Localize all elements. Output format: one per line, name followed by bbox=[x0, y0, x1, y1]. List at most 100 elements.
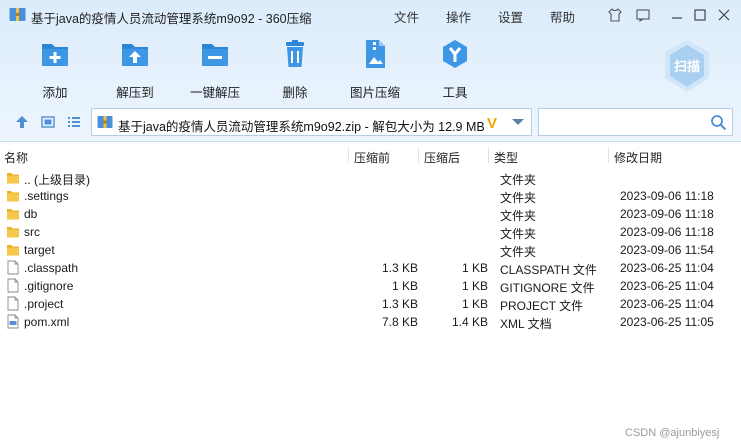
folder-icon bbox=[7, 191, 19, 202]
file-date: 2023-09-06 11:54 bbox=[620, 243, 714, 257]
file-date: 2023-09-06 11:18 bbox=[620, 189, 714, 203]
list-item[interactable]: .classpath 1.3 KB 1 KB CLASSPATH 文件 2023… bbox=[0, 259, 741, 277]
file-name: .classpath bbox=[24, 261, 79, 275]
header-type[interactable]: 类型 bbox=[494, 149, 518, 166]
folder-icon bbox=[7, 209, 19, 220]
delete-label: 删除 bbox=[282, 86, 308, 100]
file-date: 2023-06-25 11:05 bbox=[620, 315, 714, 329]
folder-icon bbox=[7, 227, 19, 238]
file-icon bbox=[7, 278, 19, 293]
archive-path-box[interactable]: 基于java的疫情人员流动管理系统m9o92.zip - 解包大小为 12.9 … bbox=[91, 108, 532, 136]
maximize-icon[interactable] bbox=[693, 8, 707, 22]
path-dropdown-icon[interactable] bbox=[512, 119, 524, 125]
extract-to-label: 解压到 bbox=[116, 86, 154, 100]
watermark: CSDN @ajunbiyesj bbox=[625, 427, 720, 439]
header-divider bbox=[348, 147, 349, 163]
list-view-icon[interactable] bbox=[67, 115, 81, 129]
archive-path: 基于java的疫情人员流动管理系统m9o92.zip - 解包大小为 12.9 … bbox=[118, 120, 485, 134]
search-icon[interactable] bbox=[710, 114, 727, 131]
one-click-extract-icon bbox=[202, 44, 228, 66]
file-icon bbox=[7, 296, 19, 311]
list-item[interactable]: .project 1.3 KB 1 KB PROJECT 文件 2023-06-… bbox=[0, 295, 741, 313]
one-click-extract-label: 一键解压 bbox=[189, 86, 240, 100]
list-item[interactable]: src 文件夹 2023-09-06 11:18 bbox=[0, 223, 741, 241]
header-divider bbox=[418, 147, 419, 163]
image-compress-label: 图片压缩 bbox=[349, 86, 400, 100]
add-label: 添加 bbox=[42, 86, 68, 100]
file-name: db bbox=[24, 207, 38, 221]
delete-icon bbox=[286, 40, 304, 67]
file-type: GITIGNORE 文件 bbox=[500, 281, 595, 295]
list-item[interactable]: .settings 文件夹 2023-09-06 11:18 bbox=[0, 187, 741, 205]
file-size: 1.3 KB bbox=[381, 297, 418, 311]
delete-button[interactable]: 删除 bbox=[260, 38, 330, 101]
header-divider bbox=[488, 147, 489, 163]
extract-to-button[interactable]: 解压到 bbox=[100, 38, 170, 101]
file-type: 文件夹 bbox=[500, 191, 537, 205]
header-size[interactable]: 压缩前 bbox=[354, 149, 390, 166]
list-item[interactable]: pom.xml 7.8 KB 1.4 KB XML 文档 2023-06-25 … bbox=[0, 313, 741, 331]
file-type: 文件夹 bbox=[500, 245, 537, 259]
list-item[interactable]: .gitignore 1 KB 1 KB GITIGNORE 文件 2023-0… bbox=[0, 277, 741, 295]
thumbnail-view-icon[interactable] bbox=[41, 115, 55, 129]
xml-file-icon bbox=[7, 314, 19, 329]
tools-icon bbox=[443, 40, 467, 68]
header-divider bbox=[608, 147, 609, 163]
search-box[interactable] bbox=[538, 108, 733, 136]
one-click-extract-button[interactable]: 一键解压 bbox=[180, 38, 250, 101]
minimize-icon[interactable] bbox=[670, 8, 684, 22]
file-date: 2023-09-06 11:18 bbox=[620, 225, 714, 239]
folder-icon bbox=[7, 245, 19, 256]
scan-label: 扫描 bbox=[674, 59, 700, 74]
file-name: .. (上级目录) bbox=[24, 173, 90, 187]
file-compressed-size: 1.4 KB bbox=[451, 315, 488, 329]
list-item[interactable]: .. (上级目录) 文件夹 bbox=[0, 169, 741, 187]
feedback-icon[interactable] bbox=[636, 8, 650, 22]
file-list-header: 名称 压缩前 压缩后 类型 修改日期 bbox=[0, 143, 741, 167]
header-compressed[interactable]: 压缩后 bbox=[424, 149, 460, 166]
file-compressed-size: 1 KB bbox=[461, 261, 488, 275]
add-icon bbox=[42, 44, 68, 66]
file-compressed-size: 1 KB bbox=[461, 279, 488, 293]
menu-file[interactable]: 文件 bbox=[394, 7, 419, 26]
tools-button[interactable]: 工具 bbox=[420, 38, 490, 101]
up-arrow-icon[interactable] bbox=[15, 115, 29, 129]
file-date: 2023-06-25 11:04 bbox=[620, 297, 714, 311]
vip-badge[interactable]: V bbox=[487, 115, 497, 132]
file-type: PROJECT 文件 bbox=[500, 299, 584, 313]
menu-operate[interactable]: 操作 bbox=[446, 7, 471, 26]
extract-to-icon bbox=[122, 44, 148, 66]
add-button[interactable]: 添加 bbox=[20, 38, 90, 101]
file-type: 文件夹 bbox=[500, 227, 537, 241]
app-archive-icon bbox=[9, 8, 26, 21]
close-icon[interactable] bbox=[717, 8, 731, 22]
file-name: pom.xml bbox=[24, 315, 70, 329]
folder-icon bbox=[7, 173, 19, 184]
list-item[interactable]: target 文件夹 2023-09-06 11:54 bbox=[0, 241, 741, 259]
list-item[interactable]: db 文件夹 2023-09-06 11:18 bbox=[0, 205, 741, 223]
file-date: 2023-09-06 11:18 bbox=[620, 207, 714, 221]
file-name: .gitignore bbox=[24, 279, 74, 293]
file-compressed-size: 1 KB bbox=[461, 297, 488, 311]
menu-help[interactable]: 帮助 bbox=[550, 7, 575, 26]
header-name[interactable]: 名称 bbox=[4, 149, 28, 166]
header-date[interactable]: 修改日期 bbox=[614, 149, 662, 166]
file-type: 文件夹 bbox=[500, 209, 537, 223]
file-name: target bbox=[24, 243, 55, 257]
file-name: .settings bbox=[24, 189, 69, 203]
address-bar-row: 基于java的疫情人员流动管理系统m9o92.zip - 解包大小为 12.9 … bbox=[0, 104, 741, 138]
skin-shirt-icon[interactable] bbox=[608, 8, 622, 22]
menu-settings[interactable]: 设置 bbox=[498, 7, 523, 26]
file-date: 2023-06-25 11:04 bbox=[620, 279, 714, 293]
window-title: 基于java的疫情人员流动管理系统m9o92 - 360压缩 bbox=[31, 12, 312, 26]
file-name: src bbox=[24, 225, 40, 239]
file-name: .project bbox=[24, 297, 64, 311]
scan-shield-icon[interactable]: 扫描 bbox=[659, 38, 715, 94]
image-compress-button[interactable]: 图片压缩 bbox=[340, 38, 410, 101]
file-size: 1 KB bbox=[391, 279, 418, 293]
window-chrome: 基于java的疫情人员流动管理系统m9o92 - 360压缩 文件 操作 设置 … bbox=[0, 0, 741, 142]
file-type: 文件夹 bbox=[500, 173, 537, 187]
zip-archive-icon bbox=[97, 116, 113, 128]
file-date: 2023-06-25 11:04 bbox=[620, 261, 714, 275]
search-input[interactable] bbox=[543, 112, 703, 132]
